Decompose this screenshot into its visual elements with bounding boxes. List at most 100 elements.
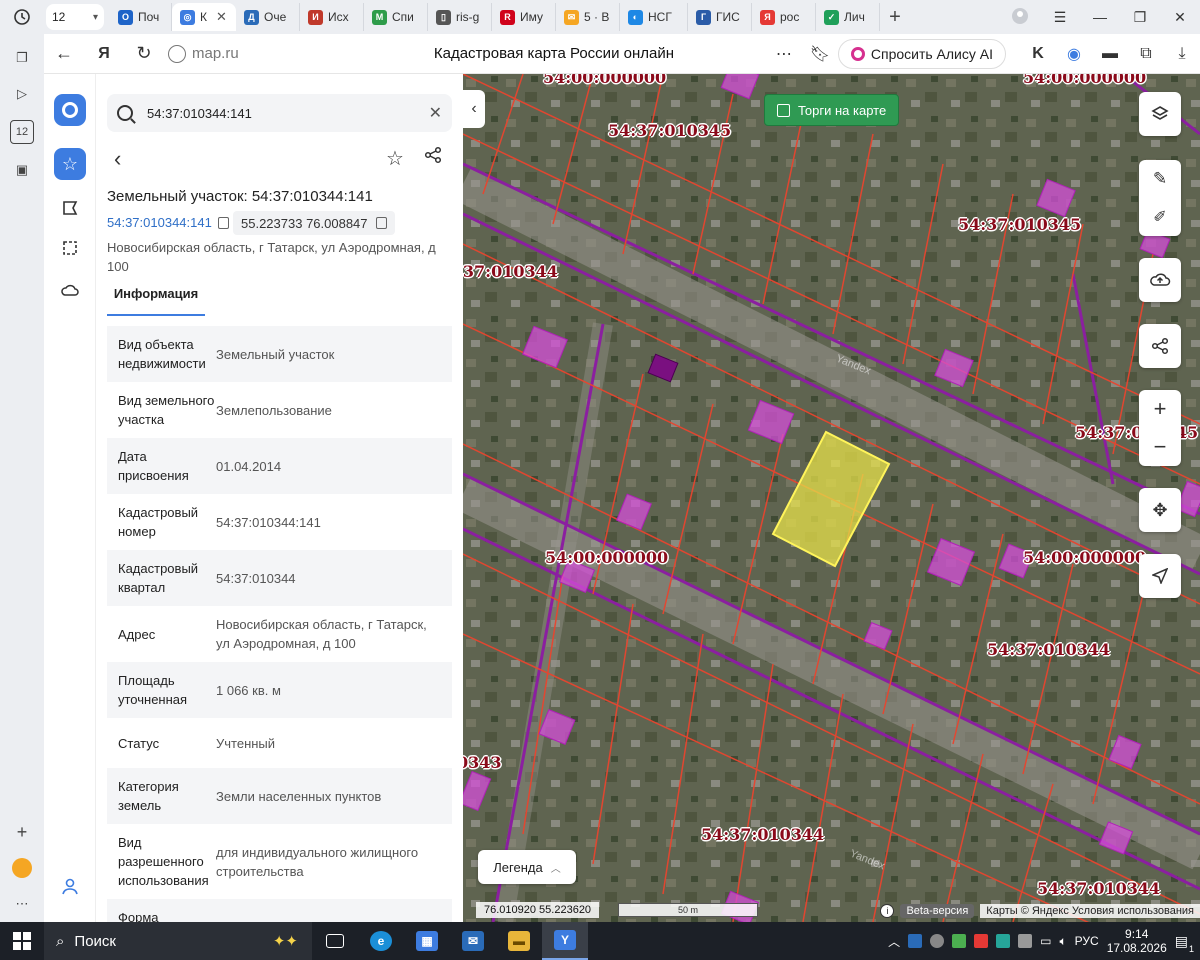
cadastral-quarter-label[interactable]: 54:37:010344 — [701, 825, 824, 844]
browser-tab[interactable]: И Исх — [300, 3, 364, 31]
yandex-browser-icon[interactable]: Y — [542, 922, 588, 960]
extension-hat-icon[interactable]: ▬ — [1092, 45, 1128, 63]
zen-icon[interactable] — [10, 856, 34, 880]
cadastral-quarter-label[interactable]: 54:00:000000 — [1023, 74, 1146, 87]
cadastral-quarter-label[interactable]: 54:00:000000 — [545, 548, 668, 567]
menu-icon[interactable]: ☰ — [1040, 9, 1080, 26]
info-icon[interactable]: i — [880, 904, 895, 918]
copy-icon[interactable] — [217, 216, 229, 229]
polygon-tool-icon[interactable] — [54, 192, 86, 224]
player-icon[interactable]: ▷ — [10, 82, 34, 106]
reload-button[interactable]: ↻ — [124, 43, 164, 64]
cadastral-quarter-label[interactable]: 54:37:010344 — [987, 640, 1110, 659]
search-box[interactable]: 54:37:010344:141 ✕ — [107, 94, 452, 132]
tab-counter-button[interactable]: 12 ▾ — [46, 4, 104, 30]
volume-icon[interactable]: 🔈︎ — [1059, 934, 1066, 949]
locate-button[interactable] — [1139, 554, 1181, 598]
clear-search-icon[interactable]: ✕ — [429, 103, 442, 123]
url-host[interactable]: map.ru — [192, 45, 342, 62]
ruler-icon[interactable]: ✎ — [1153, 169, 1167, 189]
zoom-out-button[interactable]: − — [1154, 434, 1167, 460]
edit-icon[interactable]: ✐ — [1153, 207, 1166, 227]
tray-app-icon[interactable] — [908, 934, 923, 948]
browser-tab[interactable]: ▯ ris-g — [428, 3, 492, 31]
cloud-icon[interactable] — [54, 274, 86, 306]
download-icon[interactable]: ⤓ — [1164, 45, 1200, 63]
favorites-icon[interactable]: ☆ — [54, 148, 86, 180]
task-view-icon[interactable] — [312, 922, 358, 960]
screenshot-icon[interactable]: ▣ — [10, 158, 34, 182]
store-icon[interactable]: ▦ — [404, 922, 450, 960]
tray-app-icon[interactable] — [1018, 934, 1033, 948]
satellite-map[interactable] — [463, 74, 1200, 922]
cadastral-number-text[interactable]: 54:37:010344:141 — [107, 215, 212, 230]
browser-tab[interactable]: ◎ К ✕ — [172, 3, 236, 31]
close-tab-icon[interactable]: ✕ — [216, 9, 227, 25]
upload-button[interactable] — [1139, 258, 1181, 302]
share-icon[interactable] — [424, 146, 442, 169]
tray-expand-icon[interactable]: ︿ — [888, 933, 900, 950]
tray-app-icon[interactable] — [974, 934, 989, 948]
language-indicator[interactable]: РУС — [1075, 934, 1099, 948]
back-chevron-icon[interactable]: ‹ — [114, 146, 121, 172]
cadastral-quarter-label[interactable]: 54:37:010345 — [958, 215, 1081, 234]
browser-tab[interactable]: R Иму — [492, 3, 556, 31]
cadastral-quarter-label[interactable]: 54:37:010345 — [608, 121, 731, 140]
history-icon[interactable] — [0, 0, 44, 34]
browser-tab[interactable]: Ярос — [752, 3, 816, 31]
legend-button[interactable]: Легенда ︿ — [478, 850, 576, 884]
more-icon[interactable]: ⋯ — [766, 44, 802, 64]
collapse-panel-button[interactable]: ‹ — [463, 90, 485, 128]
extension-circle-icon[interactable]: ◉ — [1056, 44, 1092, 64]
browser-tab[interactable]: ✉ 5 · В — [556, 3, 620, 31]
browser-tab[interactable]: Г ГИС — [688, 3, 752, 31]
profile-icon[interactable] — [1000, 7, 1040, 28]
layers-button[interactable] — [1139, 92, 1181, 136]
taskbar-search[interactable]: ⌕ Поиск ✦✦ — [44, 922, 312, 960]
share-map-button[interactable] — [1139, 324, 1181, 368]
coordinates-chip[interactable]: 55.223733 76.008847 — [233, 211, 395, 235]
torgi-checkbox[interactable] — [777, 103, 790, 117]
yandex-logo-icon[interactable]: Я — [84, 45, 124, 63]
app-logo-icon[interactable] — [54, 94, 86, 126]
tray-app-icon[interactable] — [952, 934, 967, 948]
cadastral-quarter-label[interactable]: 54:37:010344 — [1037, 879, 1160, 898]
restore-button[interactable]: ❐ — [1120, 9, 1160, 26]
notifications-icon[interactable]: ▤ 1 — [1175, 933, 1194, 954]
explorer-icon[interactable]: ▬ — [496, 922, 542, 960]
more-panels-icon[interactable]: ⋯ — [10, 892, 34, 916]
pan-button[interactable]: ✥ — [1139, 488, 1181, 532]
browser-tab[interactable]: ✓ Лич — [816, 3, 880, 31]
close-window-button[interactable]: ✕ — [1160, 9, 1200, 26]
start-button[interactable] — [0, 932, 44, 950]
copy-icon[interactable] — [375, 217, 387, 229]
cadastral-quarter-label[interactable]: 54:00:000000 — [543, 74, 666, 87]
minimize-button[interactable]: — — [1080, 9, 1120, 25]
browser-tab[interactable]: ◐ НСГ — [620, 3, 688, 31]
map-view[interactable]: 54:00:000000 54:37:010345 54:00:000000 54:3… — [463, 74, 1200, 922]
tray-app-icon[interactable] — [930, 934, 945, 948]
browser-tab[interactable]: Д Оче — [236, 3, 300, 31]
add-panel-icon[interactable]: + — [10, 820, 34, 844]
bookmark-icon[interactable]: 🔖︎ — [802, 44, 838, 64]
tray-app-icon[interactable] — [996, 934, 1011, 948]
new-tab-button[interactable]: + — [880, 6, 910, 29]
search-input[interactable]: 54:37:010344:141 — [147, 106, 429, 121]
edge-icon[interactable]: e — [358, 922, 404, 960]
add-favorite-icon[interactable]: ☆ — [386, 146, 404, 171]
tab-information[interactable]: Информация — [107, 286, 205, 316]
clock[interactable]: 9:14 17.08.2026 — [1107, 927, 1167, 955]
torgi-toggle[interactable]: Торги на карте — [764, 94, 900, 126]
calendar-icon[interactable]: 12 — [10, 120, 34, 144]
cadastral-quarter-label[interactable]: 54:00:000000 — [1023, 548, 1146, 567]
site-info-icon[interactable] — [168, 44, 186, 63]
mail-app-icon[interactable]: ✉ — [450, 922, 496, 960]
network-icon[interactable]: ▭ — [1040, 934, 1051, 948]
user-icon[interactable] — [54, 870, 86, 902]
zoom-in-button[interactable]: + — [1154, 396, 1167, 422]
browser-tab[interactable]: M Спи — [364, 3, 428, 31]
extension-puzzle-icon[interactable]: ⧉ — [1128, 45, 1164, 63]
cadastral-quarter-label[interactable]: :37:010344 — [463, 262, 558, 281]
extension-k-icon[interactable]: K — [1020, 45, 1056, 63]
collections-icon[interactable]: ❐ — [10, 46, 34, 70]
